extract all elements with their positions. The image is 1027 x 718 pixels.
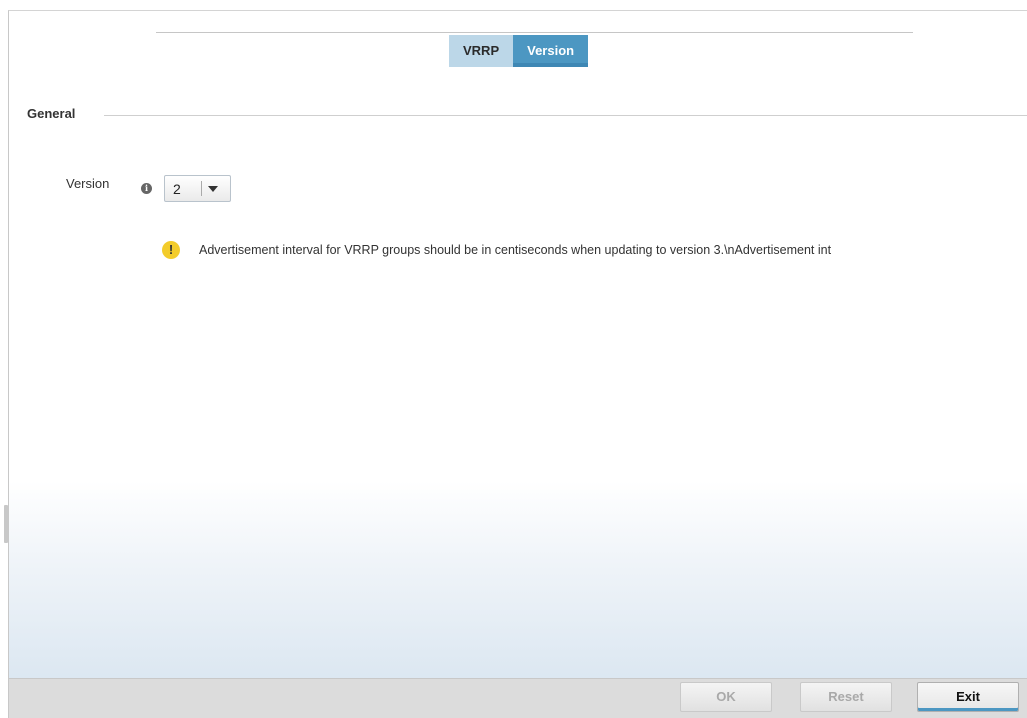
tab-version[interactable]: Version bbox=[513, 35, 589, 67]
warning-message: Advertisement interval for VRRP groups s… bbox=[199, 243, 832, 257]
info-icon[interactable]: i bbox=[141, 183, 152, 194]
select-divider bbox=[201, 181, 202, 196]
tab-bar: VRRP Version bbox=[449, 35, 589, 67]
chevron-down-icon[interactable] bbox=[208, 186, 218, 192]
warning-icon: ! bbox=[162, 241, 180, 259]
tab-vrrp[interactable]: VRRP bbox=[449, 35, 514, 67]
dialog-frame: VRRP Version General Version i 2 ! Adver… bbox=[8, 10, 1027, 718]
version-select-value: 2 bbox=[173, 181, 181, 197]
ok-button[interactable]: OK bbox=[680, 682, 772, 712]
version-label: Version bbox=[66, 176, 110, 191]
section-title-general: General bbox=[27, 106, 76, 121]
section-divider bbox=[104, 115, 1027, 116]
reset-button[interactable]: Reset bbox=[800, 682, 892, 712]
exit-button[interactable]: Exit bbox=[917, 682, 1019, 712]
tab-divider-line bbox=[156, 32, 913, 33]
resize-handle[interactable] bbox=[4, 505, 8, 543]
version-select[interactable]: 2 bbox=[164, 175, 231, 202]
